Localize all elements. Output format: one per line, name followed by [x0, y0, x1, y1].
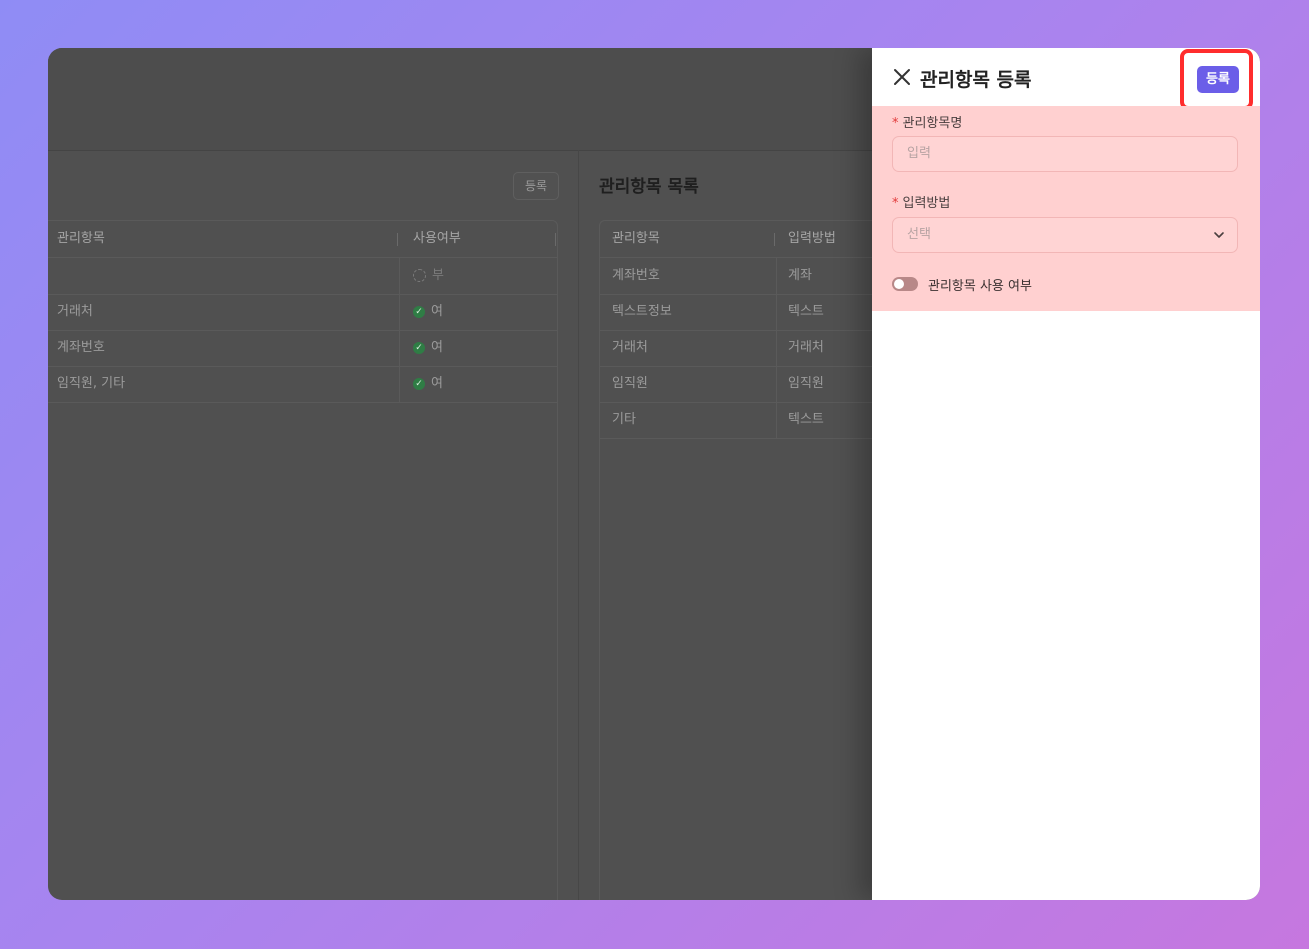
toggle-knob — [894, 279, 904, 289]
drawer-title: 관리항목 등록 — [920, 69, 1032, 91]
row-method: 텍스트 — [788, 304, 824, 319]
table-row[interactable]: 텍스트정보 텍스트 — [600, 294, 890, 331]
method-select[interactable]: 선택 — [892, 217, 1238, 253]
row-name: 계좌번호 — [57, 340, 105, 355]
status-text: 여 — [431, 340, 443, 355]
register-button-bg[interactable]: 등록 — [513, 172, 559, 200]
status-cell: ✓ 여 — [413, 294, 443, 330]
status-cell: ✓ 여 — [413, 366, 443, 402]
row-method: 계좌 — [788, 268, 812, 283]
table-row[interactable]: 거래처 ✓ 여 — [48, 294, 557, 331]
row-name: 임직원, 기타 — [57, 376, 126, 391]
status-text: 부 — [432, 268, 444, 283]
table-header-row: 관리항목 입력방법 — [600, 221, 890, 258]
name-input[interactable]: 입력 — [892, 136, 1238, 172]
row-name: 텍스트정보 — [612, 304, 672, 319]
close-icon[interactable] — [892, 67, 912, 87]
table-row[interactable]: 임직원, 기타 ✓ 여 — [48, 366, 557, 403]
table-row[interactable]: 거래처 거래처 — [600, 330, 890, 367]
method-select-placeholder: 선택 — [907, 227, 931, 242]
status-cell: ✓ 여 — [413, 330, 443, 366]
drawer-header: 관리항목 등록 등록 — [872, 48, 1260, 110]
table-row[interactable]: 계좌번호 계좌 — [600, 258, 890, 295]
usage-toggle[interactable] — [892, 277, 918, 291]
usage-table: 관리항목 사용여부 부 거래처 ✓ 여 계좌번호 ✓ 여 임직원, 기타 ✓ 여 — [48, 220, 558, 900]
row-name: 기타 — [612, 412, 636, 427]
status-text: 여 — [431, 304, 443, 319]
table-row[interactable]: 계좌번호 ✓ 여 — [48, 330, 557, 367]
name-label-text: 관리항목명 — [902, 116, 963, 131]
panel-divider — [578, 150, 579, 900]
row-name: 계좌번호 — [612, 268, 660, 283]
section-title: 관리항목 목록 — [599, 177, 699, 197]
items-table: 관리항목 입력방법 계좌번호 계좌 텍스트정보 텍스트 거래처 거래처 임직원 … — [599, 220, 890, 900]
row-name: 임직원 — [612, 376, 648, 391]
table-header-row: 관리항목 사용여부 — [48, 221, 557, 258]
check-circle-icon: ✓ — [413, 341, 425, 354]
chevron-down-icon — [1214, 232, 1224, 238]
check-circle-icon: ✓ — [413, 305, 425, 318]
table-row[interactable]: 기타 텍스트 — [600, 402, 890, 439]
row-method: 임직원 — [788, 376, 824, 391]
app-window: 등록 관리항목 사용여부 부 거래처 ✓ 여 계좌번호 ✓ 여 임직원, 기타 ✓ 여 — [48, 48, 1260, 900]
status-text: 여 — [431, 376, 443, 391]
register-drawer: 관리항목 등록 등록 * 관리항목명 입력 * 입력방법 선택 관리항목 사용 여부 — [872, 48, 1260, 900]
column-header: 관리항목 — [57, 231, 105, 246]
method-label-text: 입력방법 — [902, 196, 951, 211]
inactive-icon — [413, 269, 426, 282]
row-name: 거래처 — [57, 304, 93, 319]
table-row[interactable]: 부 — [48, 258, 557, 295]
form-highlight-area: * 관리항목명 입력 * 입력방법 선택 관리항목 사용 여부 — [872, 106, 1260, 311]
submit-button[interactable]: 등록 — [1197, 66, 1239, 93]
column-header: 입력방법 — [788, 231, 836, 246]
row-name: 거래처 — [612, 340, 648, 355]
column-header: 관리항목 — [612, 231, 660, 246]
method-field-label: * 입력방법 — [892, 196, 951, 211]
table-row[interactable]: 임직원 임직원 — [600, 366, 890, 403]
status-cell: 부 — [413, 258, 444, 294]
name-field-label: * 관리항목명 — [892, 116, 963, 131]
check-circle-icon: ✓ — [413, 377, 425, 390]
row-method: 거래처 — [788, 340, 824, 355]
row-method: 텍스트 — [788, 412, 824, 427]
toggle-label: 관리항목 사용 여부 — [928, 279, 1032, 294]
column-header: 사용여부 — [413, 231, 461, 246]
